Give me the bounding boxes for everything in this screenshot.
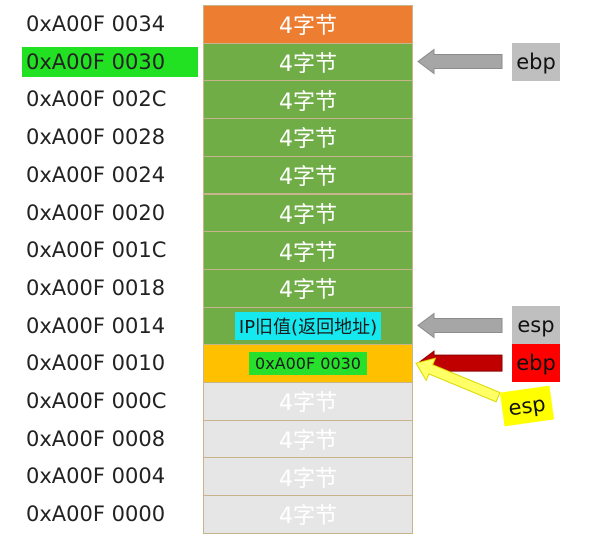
address-label: 0xA00F 0008 <box>26 426 166 451</box>
address-label: 0xA00F 0020 <box>26 200 166 225</box>
cell-size-label: 4字节 <box>279 504 337 530</box>
address-label: 0xA00F 0030 <box>22 46 198 77</box>
cell-size-label: 4字节 <box>279 278 337 304</box>
pointer-label-ebp: ebp <box>512 42 560 81</box>
address-label: 0xA00F 001C <box>26 238 167 263</box>
cell-size-label: 4字节 <box>279 52 337 78</box>
cell-size-label: 4字节 <box>279 14 337 40</box>
cell-size-label: 4字节 <box>279 127 337 153</box>
stack-cell: 4字节 <box>203 268 413 308</box>
address-label: 0xA00F 0028 <box>26 125 166 150</box>
stack-cell: 4字节 <box>203 231 413 270</box>
address-label: 0xA00F 0018 <box>26 275 166 300</box>
stack-cell: 4字节 <box>203 457 413 497</box>
stack-cell: 4字节 <box>203 155 413 195</box>
cell-size-label: 4字节 <box>279 89 337 115</box>
stack-cell: 4字节 <box>203 382 413 421</box>
stack-cell: 0xA00F 0030 <box>203 344 413 383</box>
stack-cell: 4字节 <box>203 495 413 534</box>
stack-cell: 4字节 <box>203 5 413 44</box>
pointer-label-esp: esp <box>512 306 560 345</box>
cell-size-label: 4字节 <box>279 240 337 266</box>
address-label: 0xA00F 000C <box>26 389 167 413</box>
cell-size-label: 4字节 <box>279 429 337 455</box>
return-address-label: IP旧值(返回地址) <box>234 311 382 340</box>
pointer-arrow-ebp <box>417 48 503 75</box>
stack-frame-diagram: 0xA00F 0034 4字节 0xA00F 0030 4字节 0xA00F 002C 4… <box>0 0 595 550</box>
address-label: 0xA00F 0034 <box>26 12 166 36</box>
saved-ebp-value: 0xA00F 0030 <box>249 352 367 376</box>
address-label: 0xA00F 0014 <box>26 313 166 338</box>
address-label: 0xA00F 0010 <box>26 351 166 376</box>
address-label: 0xA00F 002C <box>26 87 167 112</box>
pointer-label-esp: esp <box>499 385 555 427</box>
cell-size-label: 4字节 <box>279 466 337 492</box>
pointer-label-ebp: ebp <box>512 344 560 383</box>
stack-cell: 4字节 <box>203 193 413 233</box>
cell-size-label: 4字节 <box>279 165 337 191</box>
stack-cell: 4字节 <box>203 42 413 82</box>
address-label: 0xA00F 0004 <box>26 464 166 489</box>
address-label: 0xA00F 0000 <box>26 502 166 527</box>
pointer-arrow-esp <box>417 312 503 339</box>
stack-cell: 4字节 <box>203 419 413 459</box>
cell-size-label: 4字节 <box>279 391 337 417</box>
address-label: 0xA00F 0024 <box>26 162 166 187</box>
stack-cell: 4字节 <box>203 118 413 157</box>
cell-size-label: 4字节 <box>279 202 337 228</box>
stack-cell: IP旧值(返回地址) <box>203 306 413 346</box>
stack-cell: 4字节 <box>203 80 413 120</box>
